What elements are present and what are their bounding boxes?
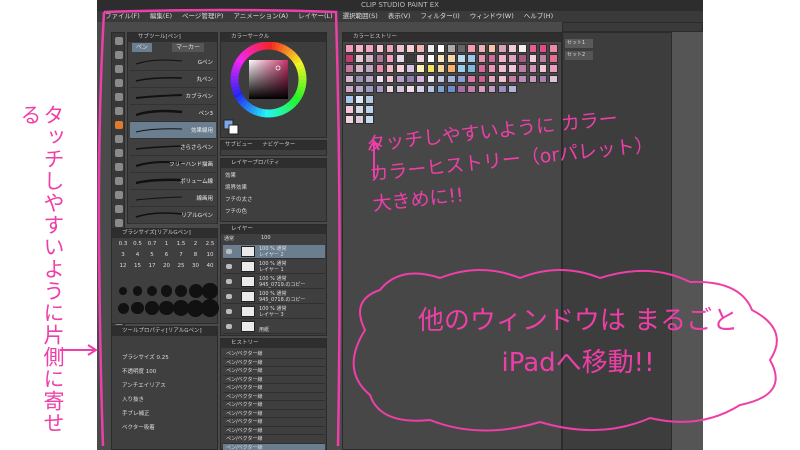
- annotation-cloud-line2: iPadへ移動!!: [501, 348, 655, 378]
- screenshot-stage: CLIP STUDIO PAINT EX ファイル(F) 編集(E) ページ管理(P…: [0, 0, 800, 450]
- annotation-cloud: 他のウィンドウは まるごと iPadへ移動!!: [398, 300, 758, 384]
- annotation-left: タッチしやすいように片側に寄せる: [18, 104, 65, 434]
- annotation-cloud-line1: 他のウィンドウは まるごと: [417, 306, 739, 336]
- left-region-outline: [97, 8, 341, 447]
